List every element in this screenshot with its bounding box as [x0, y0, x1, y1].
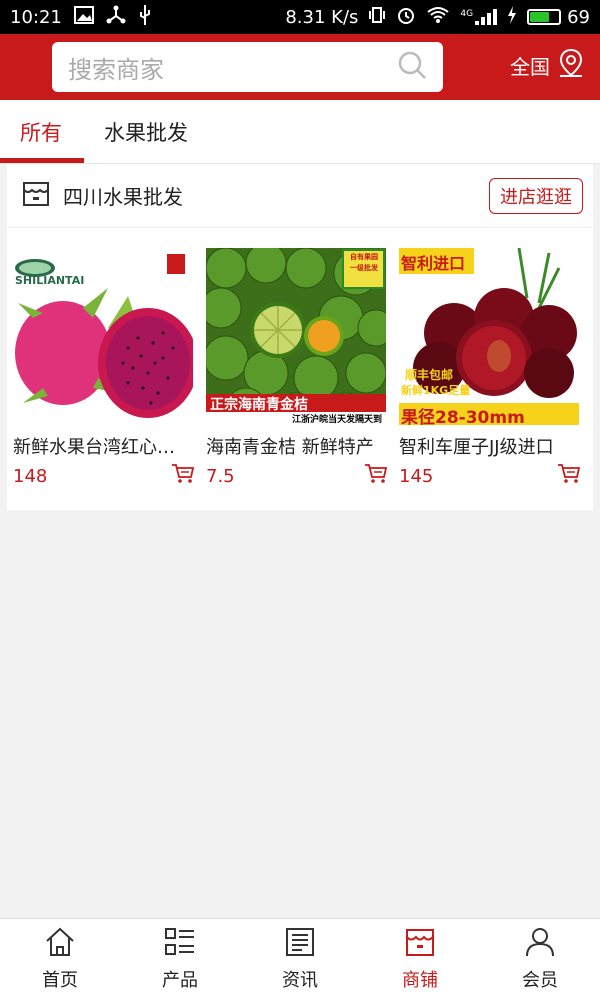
product-list: SHILIANTAI 新鲜水果台湾红心火龙果 148: [7, 228, 593, 489]
status-time: 10:21: [10, 6, 62, 28]
nav-label: 资讯: [282, 970, 318, 991]
kumquat-sub-banner: 江浙沪皖当天发隔天到: [291, 415, 382, 425]
brand-label: SHILIANTAI: [15, 274, 85, 287]
cherries-illustration: [399, 248, 579, 425]
shop-icon: [404, 927, 436, 962]
location-pin-icon: [558, 48, 584, 83]
search-icon[interactable]: [397, 50, 427, 84]
search-placeholder: 搜索商家: [68, 55, 164, 84]
list-grid-icon: [164, 927, 196, 962]
product-title: 智利车厘子JJ级进口: [399, 437, 554, 458]
cart-icon[interactable]: [557, 463, 581, 489]
enter-store-button[interactable]: 进店逛逛: [489, 177, 583, 214]
product-image-kumquat[interactable]: 自有果园 一级批发 正宗海南青金桔 江浙沪皖当天发隔天到: [206, 248, 386, 425]
share-icon: [106, 5, 126, 30]
tab-fruit-wholesale-label: 水果批发: [104, 120, 188, 145]
product-title: 海南青金桔 新鲜特产: [206, 437, 374, 458]
tab-all[interactable]: 所有: [0, 100, 84, 163]
kumquat-banner: 正宗海南青金桔: [210, 397, 308, 413]
bottom-nav: 首页 产品 资讯 商铺 会员: [0, 918, 600, 1000]
nav-item-member[interactable]: 会员: [480, 919, 600, 1000]
battery-indicator: 69: [527, 7, 590, 28]
battery-percent: 69: [567, 6, 590, 28]
nav-item-shops[interactable]: 商铺: [360, 919, 480, 1000]
status-bar: 10:21 8.31 K/s 4G 69: [0, 0, 600, 34]
network-speed: 8.31 K/s: [285, 6, 359, 28]
alarm-icon: [396, 5, 416, 30]
store-header: 四川水果批发 进店逛逛: [7, 164, 593, 228]
nav-label: 产品: [162, 970, 198, 991]
product-title: 新鲜水果台湾红心火龙果: [13, 437, 191, 458]
nav-item-products[interactable]: 产品: [120, 919, 240, 1000]
product-price: 7.5: [206, 465, 235, 487]
nav-label: 首页: [42, 970, 78, 991]
cherry-promo-shipping: 顺丰包邮: [405, 368, 454, 382]
price-row: 7.5: [206, 463, 388, 489]
region-label: 全国: [510, 55, 550, 79]
nav-label: 商铺: [402, 970, 438, 991]
user-icon: [524, 927, 556, 962]
store-name: 四川水果批发: [63, 185, 183, 209]
home-icon: [44, 927, 76, 962]
product-card[interactable]: 自有果园 一级批发 正宗海南青金桔 江浙沪皖当天发隔天到 海南青金桔 新鲜特产 …: [206, 248, 399, 489]
category-tabs: 所有 水果批发: [0, 100, 600, 164]
cart-icon[interactable]: [364, 463, 388, 489]
cherry-origin-banner: 智利进口: [401, 254, 466, 273]
vibrate-icon: [368, 6, 386, 29]
product-image-dragon-fruit[interactable]: SHILIANTAI: [13, 248, 193, 425]
nav-label: 会员: [522, 970, 558, 991]
tab-all-label: 所有: [20, 120, 62, 145]
gallery-icon: [73, 5, 94, 29]
battery-level-fill: [530, 12, 550, 22]
product-card[interactable]: SHILIANTAI 新鲜水果台湾红心火龙果 148: [13, 248, 206, 489]
store-icon: [21, 179, 51, 213]
kumquat-badge: 自有果园 一级批发: [350, 253, 378, 272]
nav-item-news[interactable]: 资讯: [240, 919, 360, 1000]
search-input[interactable]: 搜索商家: [52, 42, 443, 92]
wifi-icon: [426, 6, 450, 29]
nav-item-home[interactable]: 首页: [0, 919, 120, 1000]
charging-icon: [507, 5, 517, 29]
usb-icon: [138, 4, 152, 31]
product-price: 148: [13, 465, 48, 487]
top-bar: 搜索商家 全国: [0, 34, 600, 100]
cherry-promo-weight: 新鲜1KG足量: [401, 384, 471, 397]
product-price: 145: [399, 465, 434, 487]
signal-icon: 4G: [460, 9, 498, 25]
cherry-size-banner: 果径28-30mm: [401, 408, 525, 425]
tab-fruit-wholesale[interactable]: 水果批发: [84, 100, 208, 163]
price-row: 148: [13, 463, 195, 489]
battery-icon: [527, 9, 562, 25]
product-image-cherries[interactable]: 智利进口 顺丰包邮 新鲜1KG足量 果径28-30mm: [399, 248, 579, 425]
cart-icon[interactable]: [171, 463, 195, 489]
store-card: 四川水果批发 进店逛逛 SHILIANTAI 新鲜水果台湾红心火 148 自有果…: [7, 164, 593, 510]
region-selector[interactable]: 全国: [510, 48, 584, 83]
product-card[interactable]: 智利进口 顺丰包邮 新鲜1KG足量 果径28-30mm 智利车厘子JJ级进口 1…: [399, 248, 592, 489]
news-icon: [284, 927, 316, 962]
price-row: 145: [399, 463, 581, 489]
